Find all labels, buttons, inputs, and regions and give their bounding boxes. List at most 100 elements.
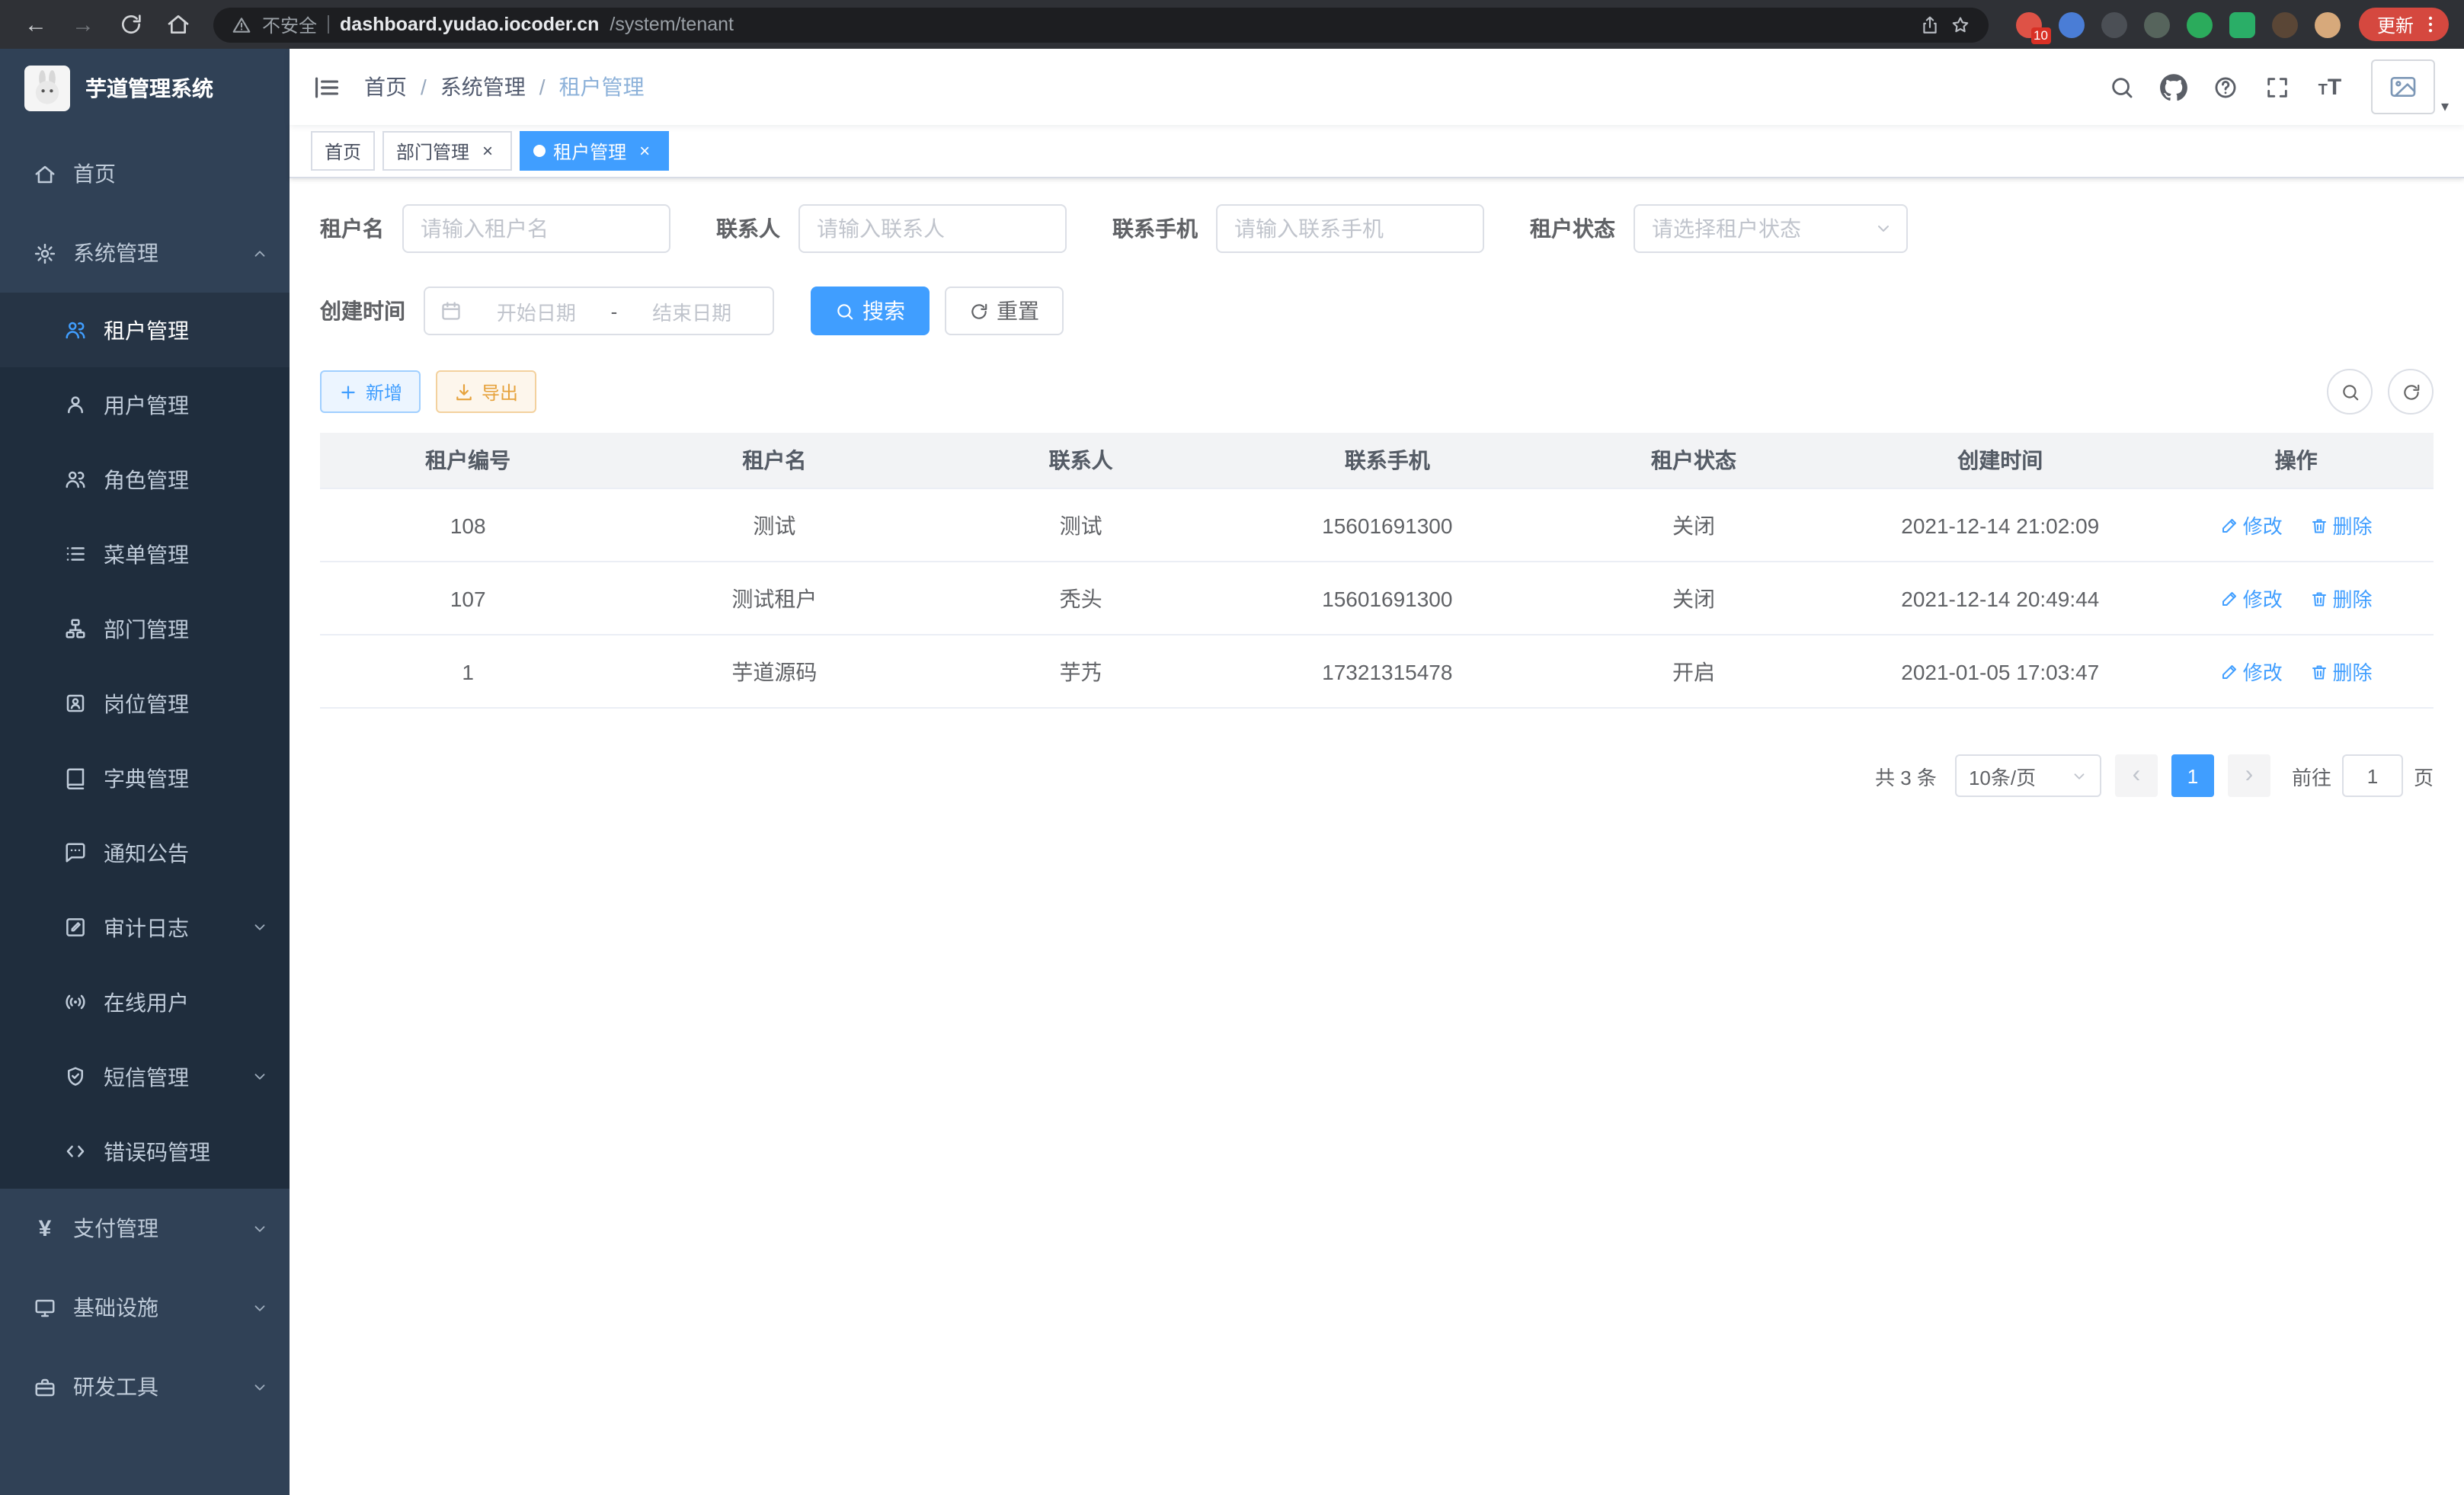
chevron-down-icon [2071,767,2088,784]
browser-menu-icon[interactable] [2420,14,2441,35]
sidebar-item-notice[interactable]: 通知公告 [0,815,290,890]
browser-update-button[interactable]: 更新 [2359,8,2449,41]
search-button[interactable]: 搜索 [811,287,930,335]
breadcrumb-separator: / [539,75,546,99]
table-row: 107 测试租户 秃头 15601691300 关闭 2021-12-14 20… [320,562,2434,635]
cell-tenant-id: 107 [320,562,616,635]
sidebar-item-dev-tools[interactable]: 研发工具 [0,1347,290,1426]
sidebar-item-user[interactable]: 用户管理 [0,367,290,442]
reset-button[interactable]: 重置 [945,287,1064,335]
sidebar-item-online-user[interactable]: 在线用户 [0,965,290,1039]
tab-department[interactable]: 部门管理 × [382,131,512,171]
github-button[interactable] [2149,49,2200,125]
delete-link[interactable]: 删除 [2310,584,2373,613]
edit-link[interactable]: 修改 [2220,657,2283,686]
address-bar[interactable]: 不安全 dashboard.yudao.iocoder.cn /system/t… [213,7,1989,42]
add-button[interactable]: 新增 [320,370,421,413]
sidebar-item-department[interactable]: 部门管理 [0,591,290,666]
export-button[interactable]: 导出 [436,370,536,413]
delete-link[interactable]: 删除 [2310,511,2373,539]
close-icon[interactable]: × [477,140,498,162]
sidebar-item-menu[interactable]: 菜单管理 [0,517,290,591]
edit-link[interactable]: 修改 [2220,584,2283,613]
fullscreen-button[interactable] [2252,49,2304,125]
sidebar-item-label: 通知公告 [104,837,189,868]
sidebar-item-tenant[interactable]: 租户管理 [0,293,290,367]
goto-label: 前往 [2292,761,2331,790]
sidebar-item-role[interactable]: 角色管理 [0,442,290,517]
cell-phone: 15601691300 [1229,488,1546,562]
app-logo[interactable]: 芋道管理系统 [0,49,290,128]
chevron-down-icon [251,1068,268,1085]
extension-icon[interactable] [2101,11,2127,37]
sidebar-item-sms[interactable]: 短信管理 [0,1039,290,1114]
breadcrumb-home[interactable]: 首页 [364,72,407,102]
sidebar-item-payment[interactable]: ¥ 支付管理 [0,1189,290,1268]
reload-icon [118,12,142,37]
refresh-icon [2401,382,2421,402]
tab-home[interactable]: 首页 [311,131,375,171]
sidebar-item-error-code[interactable]: 错误码管理 [0,1114,290,1189]
refresh-icon [969,301,989,321]
sidebar-item-home[interactable]: 首页 [0,134,290,213]
delete-link[interactable]: 删除 [2310,657,2373,686]
share-icon[interactable] [1920,14,1940,34]
search-icon [2110,74,2136,100]
fold-menu-icon [312,72,341,101]
cell-status: 开启 [1546,635,1842,708]
logo-avatar [24,66,70,111]
edit-link[interactable]: 修改 [2220,511,2283,539]
toggle-search-button[interactable] [2327,369,2373,415]
cell-actions: 修改 删除 [2158,635,2434,708]
goto-page-input[interactable] [2342,754,2403,797]
docs-help-button[interactable] [2200,49,2252,125]
font-size-button[interactable]: TT [2304,49,2356,125]
caret-down-icon[interactable]: ▾ [2441,99,2449,125]
extension-icon[interactable] [2272,11,2298,37]
code-icon [64,1140,87,1163]
screen: ← → 不安全 dashboard.yudao.iocoder.cn /syst… [0,0,2464,1495]
extension-icon[interactable] [2315,11,2341,37]
header-search-button[interactable] [2097,49,2149,125]
extension-icon[interactable]: 10 [2016,11,2042,37]
phone-input[interactable] [1216,204,1484,253]
tab-tenant[interactable]: 租户管理 × [520,131,669,171]
bookmark-star-icon[interactable] [1950,14,1970,34]
tab-label: 首页 [325,138,361,164]
cell-contact: 测试 [933,488,1228,562]
sidebar-item-system[interactable]: 系统管理 [0,213,290,293]
end-date-input[interactable]: 结束日期 [626,296,757,325]
user-avatar[interactable] [2371,59,2435,114]
refresh-table-button[interactable] [2388,369,2434,415]
sidebar-item-infrastructure[interactable]: 基础设施 [0,1268,290,1347]
extension-icon[interactable] [2229,11,2255,37]
sidebar-item-dictionary[interactable]: 字典管理 [0,741,290,815]
contact-input[interactable] [798,204,1067,253]
forward-icon: → [72,11,94,37]
start-date-input[interactable]: 开始日期 [471,296,602,325]
chevron-right-icon: › [2245,762,2254,789]
prev-page-button[interactable]: ‹ [2115,754,2158,797]
sidebar-item-audit-log[interactable]: 审计日志 [0,890,290,965]
browser-toolbar: ← → 不安全 dashboard.yudao.iocoder.cn /syst… [0,0,2464,49]
sidebar-item-post[interactable]: 岗位管理 [0,666,290,741]
extension-icon[interactable] [2144,11,2170,37]
filter-row-2: 创建时间 开始日期 - 结束日期 搜索 重置 [320,287,2434,335]
sidebar-toggle-button[interactable] [290,49,364,125]
browser-home-button[interactable] [157,5,198,44]
browser-back-button[interactable]: ← [15,5,56,44]
tenant-name-label: 租户名 [320,213,402,244]
tenant-name-input[interactable] [402,204,670,253]
browser-forward-button[interactable]: → [62,5,104,44]
create-time-range-picker[interactable]: 开始日期 - 结束日期 [424,287,774,335]
next-page-button[interactable]: › [2228,754,2270,797]
page-number-button[interactable]: 1 [2171,754,2214,797]
browser-reload-button[interactable] [110,5,151,44]
close-icon[interactable]: × [634,140,655,162]
extension-icon[interactable] [2187,11,2213,37]
status-select[interactable]: 请选择租户状态 [1634,204,1908,253]
table-row: 1 芋道源码 芋艿 17321315478 开启 2021-01-05 17:0… [320,635,2434,708]
extension-icon[interactable] [2059,11,2085,37]
tab-label: 租户管理 [553,138,626,164]
page-size-select[interactable]: 10条/页 [1955,754,2101,797]
